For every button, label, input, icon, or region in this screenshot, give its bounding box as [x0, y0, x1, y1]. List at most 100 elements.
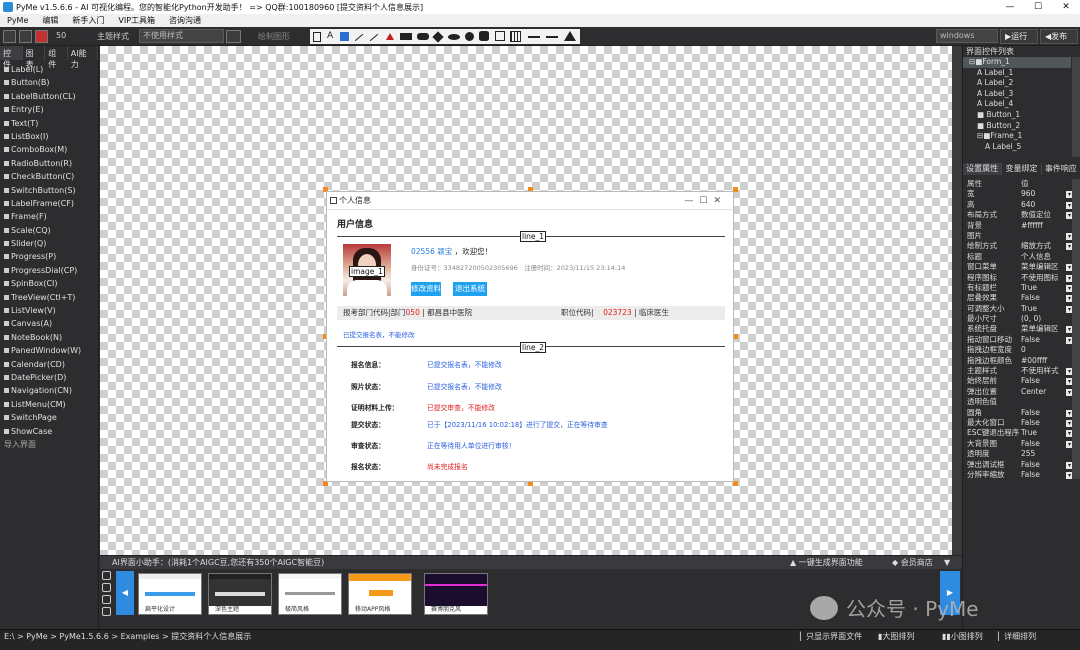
circle-tool-icon[interactable]: [465, 32, 474, 41]
property-row[interactable]: 标题 个人信息: [963, 252, 1073, 262]
control-item[interactable]: Scale(CQ): [0, 224, 98, 237]
property-value[interactable]: True ▾: [1021, 304, 1073, 314]
control-item[interactable]: ShowCase: [0, 425, 98, 438]
property-value[interactable]: 不使用样式 ▾: [1021, 366, 1073, 376]
table-tool-icon[interactable]: [510, 31, 521, 42]
diamond-tool-icon[interactable]: [432, 31, 444, 43]
import-ui[interactable]: 导入界面: [0, 438, 98, 451]
menu-edit[interactable]: 编辑: [35, 15, 65, 26]
file-path[interactable]: E:\ > PyMe > PyMe1.5.6.6 > Examples > 提交…: [4, 631, 251, 642]
control-item[interactable]: SwitchPage: [0, 411, 98, 424]
property-value[interactable]: ▾: [1021, 231, 1073, 241]
control-item[interactable]: Button(B): [0, 76, 98, 89]
arrow-tool-icon[interactable]: [369, 33, 379, 42]
property-value[interactable]: [1021, 397, 1073, 407]
control-item[interactable]: TreeView(Ctl+T): [0, 291, 98, 304]
control-item[interactable]: Navigation(CN): [0, 384, 98, 397]
property-row[interactable]: 主题样式 不使用样式 ▾: [963, 366, 1073, 376]
tree-node[interactable]: ■ Button_1: [963, 110, 1071, 121]
control-item[interactable]: Calendar(CD): [0, 358, 98, 371]
property-row[interactable]: 宽 960 ▾: [963, 189, 1073, 199]
property-value[interactable]: 0: [1021, 345, 1073, 355]
control-item[interactable]: RadioButton(R): [0, 157, 98, 170]
property-value[interactable]: 菜单编辑区 ▾: [1021, 262, 1073, 272]
property-row[interactable]: 绘制方式 缩放方式 ▾: [963, 241, 1073, 251]
tree-node[interactable]: ■ Button_2: [963, 121, 1071, 132]
settings-icon[interactable]: [102, 607, 111, 616]
round-rect-tool-icon[interactable]: [417, 33, 429, 40]
tree-scrollbar[interactable]: [1072, 57, 1080, 157]
control-item[interactable]: Entry(E): [0, 103, 98, 116]
template-thumb[interactable]: 深色主题: [208, 573, 272, 615]
property-value[interactable]: #ffffff: [1021, 221, 1073, 231]
triangle-tool-icon[interactable]: [386, 33, 394, 40]
property-row[interactable]: 最大化窗口 False ▾: [963, 418, 1073, 428]
house-tool-icon[interactable]: [564, 31, 576, 41]
platform-select[interactable]: windows: [936, 29, 998, 43]
tree-node[interactable]: A Label_2: [963, 78, 1071, 89]
control-item[interactable]: Frame(F): [0, 210, 98, 223]
control-item[interactable]: ListView(V): [0, 304, 98, 317]
control-item[interactable]: Text(T): [0, 117, 98, 130]
property-row[interactable]: 可调整大小 True ▾: [963, 304, 1073, 314]
control-item[interactable]: CheckButton(C): [0, 170, 98, 183]
tab-components[interactable]: 组件: [45, 46, 68, 69]
image-tool-icon[interactable]: [340, 32, 349, 41]
property-value[interactable]: (0, 0): [1021, 314, 1073, 324]
property-row[interactable]: 拖拽边框宽度 0: [963, 345, 1073, 355]
control-item[interactable]: ProgressDial(CP): [0, 264, 98, 277]
tree-node[interactable]: A Label_5: [963, 142, 1071, 153]
control-item[interactable]: Slider(Q): [0, 237, 98, 250]
document-icon[interactable]: [102, 595, 111, 604]
menu-vip-toolbox[interactable]: VIP工具箱: [111, 15, 162, 26]
property-row[interactable]: 透明色值: [963, 397, 1073, 407]
property-value[interactable]: #00ffff: [1021, 356, 1073, 366]
property-value[interactable]: 255: [1021, 449, 1073, 459]
cross-tool-icon[interactable]: [546, 36, 558, 38]
control-item[interactable]: SwitchButton(S): [0, 184, 98, 197]
detail-view[interactable]: ▏详细排列: [998, 631, 1036, 642]
generate-ui-button[interactable]: ▲ 一键生成界面功能: [790, 556, 863, 569]
tab-controls[interactable]: 控件: [0, 46, 23, 69]
property-scrollbar[interactable]: [1072, 179, 1080, 479]
run-button[interactable]: ▶运行: [1000, 29, 1038, 44]
property-value[interactable]: False ▾: [1021, 439, 1073, 449]
property-row[interactable]: 弹出位置 Center ▾: [963, 387, 1073, 397]
rect-tool-icon[interactable]: [400, 33, 412, 40]
property-row[interactable]: 最小尺寸 (0, 0): [963, 314, 1073, 324]
tool-icon[interactable]: [19, 30, 32, 43]
property-value[interactable]: True ▾: [1021, 428, 1073, 438]
property-row[interactable]: 分辨率缩放 False ▾: [963, 470, 1073, 480]
property-row[interactable]: 圆角 False ▾: [963, 408, 1073, 418]
template-thumb[interactable]: 移动APP风格: [348, 573, 412, 615]
minimize-button[interactable]: —: [996, 0, 1024, 14]
property-row[interactable]: 窗口菜单 菜单编辑区 ▾: [963, 262, 1073, 272]
small-icon-view[interactable]: ▮▮小图排列: [942, 631, 983, 642]
record-icon[interactable]: [35, 30, 48, 43]
line-tool-icon[interactable]: [354, 33, 364, 42]
property-row[interactable]: 系统托盘 菜单编辑区 ▾: [963, 324, 1073, 334]
tree-node[interactable]: A Label_1: [963, 68, 1071, 79]
square-tool-icon[interactable]: [495, 31, 505, 41]
tree-node[interactable]: ⊟■Frame_1: [963, 131, 1071, 142]
large-icon-view[interactable]: ▮大图排列: [878, 631, 914, 642]
menu-consult[interactable]: 咨询沟通: [162, 15, 208, 26]
tab-charts[interactable]: 图表: [23, 46, 46, 69]
hline-tool-icon[interactable]: [528, 36, 540, 38]
property-row[interactable]: ESC键退出程序 True ▾: [963, 428, 1073, 438]
tab-event-response[interactable]: 事件响应: [1042, 163, 1080, 175]
control-item[interactable]: ComboBox(M): [0, 143, 98, 156]
property-value[interactable]: 不使用图标 ▾: [1021, 273, 1073, 283]
property-value[interactable]: 缩放方式 ▾: [1021, 241, 1073, 251]
exit-system-button[interactable]: 退出系统: [453, 282, 487, 296]
template-thumb[interactable]: 扁平化设计: [138, 573, 202, 615]
close-button[interactable]: ✕: [1052, 0, 1080, 14]
property-value[interactable]: False ▾: [1021, 376, 1073, 386]
control-item[interactable]: SpinBox(CI): [0, 277, 98, 290]
design-canvas[interactable]: 个人信息 —☐✕ 用户信息 line_1 image_1 02556 颖宝 ，欢…: [100, 46, 962, 555]
property-row[interactable]: 高 640 ▾: [963, 200, 1073, 210]
property-row[interactable]: 大背景图 False ▾: [963, 439, 1073, 449]
property-value[interactable]: True ▾: [1021, 283, 1073, 293]
property-value[interactable]: 菜单编辑区 ▾: [1021, 324, 1073, 334]
control-item[interactable]: NoteBook(N): [0, 331, 98, 344]
